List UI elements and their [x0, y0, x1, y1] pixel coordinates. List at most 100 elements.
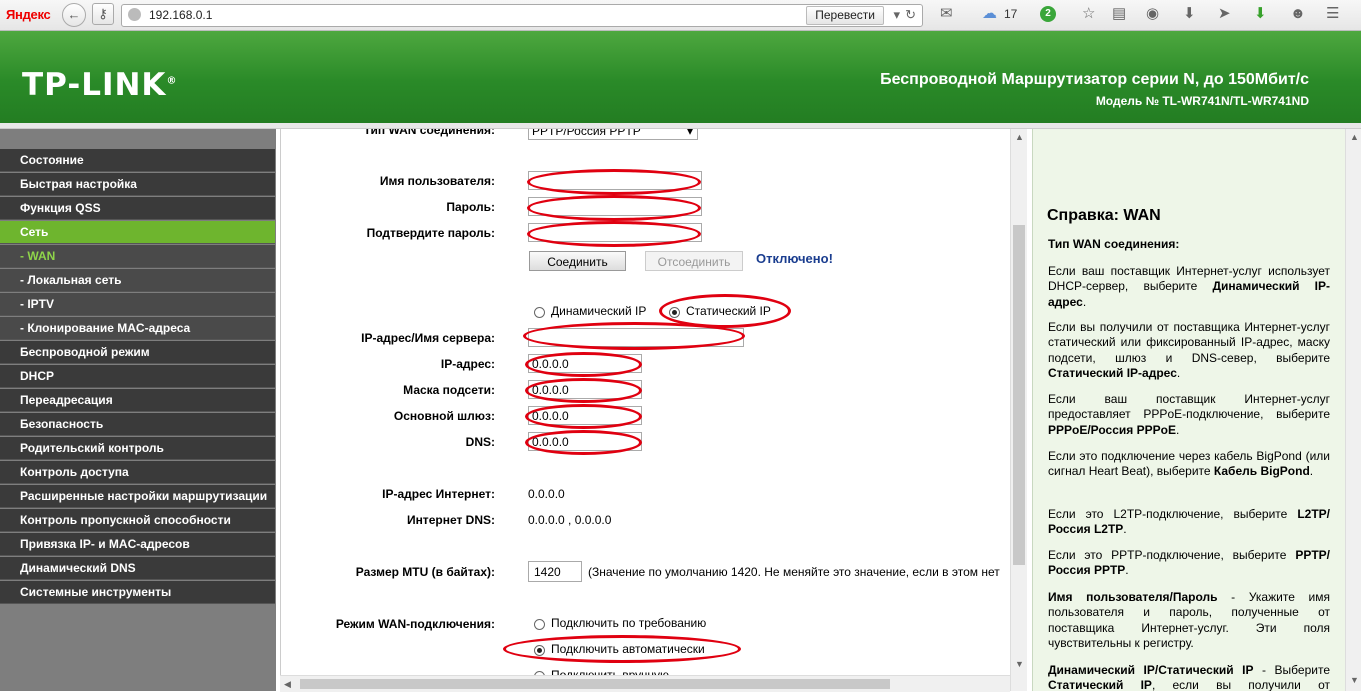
auto-connect-label[interactable]: Подключить автоматически	[551, 642, 705, 656]
dns-input[interactable]: 0.0.0.0	[528, 432, 642, 451]
sidebar-item-mac-clone[interactable]: - Клонирование MAC-адреса	[0, 317, 275, 340]
sidebar-item-qss[interactable]: Функция QSS	[0, 197, 275, 220]
gateway-input[interactable]: 0.0.0.0	[528, 406, 642, 425]
internet-ip-value: 0.0.0.0	[528, 487, 565, 501]
sidebar-item-bandwidth-control[interactable]: Контроль пропускной способности	[0, 509, 275, 532]
sidebar-item-access-control[interactable]: Контроль доступа	[0, 461, 275, 484]
sidebar-item-lan[interactable]: - Локальная сеть	[0, 269, 275, 292]
router-header: TP-LINK® Беспроводной Маршрутизатор сери…	[0, 31, 1361, 123]
sidebar-menu: Состояние Быстрая настройка Функция QSS …	[0, 149, 275, 605]
sidebar-item-status[interactable]: Состояние	[0, 149, 275, 172]
main-horizontal-scroll-thumb[interactable]	[300, 679, 890, 689]
sidebar-item-advanced-routing[interactable]: Расширенные настройки маршрутизации	[0, 485, 275, 508]
scroll-down-icon[interactable]: ▼	[1015, 659, 1024, 669]
menu-icon[interactable]: ☰	[1326, 6, 1339, 22]
server-label: IP-адрес/Имя сервера:	[361, 331, 495, 345]
help-subtitle: Тип WAN соединения:	[1048, 237, 1180, 251]
wan-mode-label: Режим WAN-подключения:	[335, 617, 495, 631]
dynamic-ip-radio[interactable]	[534, 307, 545, 318]
help-scroll-up-icon[interactable]: ▲	[1350, 132, 1359, 142]
internet-dns-row: Интернет DNS:	[281, 513, 495, 529]
reading-list-icon[interactable]: ▤	[1112, 6, 1126, 22]
confirm-password-row: Подтвердите пароль:	[281, 226, 495, 242]
sidebar-item-forwarding[interactable]: Переадресация	[0, 389, 275, 412]
connection-status: Отключено!	[756, 251, 833, 266]
help-paragraph-l2tp: Если это L2TP-подключение, выберите L2TP…	[1048, 507, 1330, 537]
back-arrow-icon: ←	[67, 7, 81, 22]
server-row: IP-адрес/Имя сервера:	[281, 331, 495, 347]
main-vertical-scrollbar[interactable]: ▲ ▼	[1010, 129, 1027, 691]
static-ip-label[interactable]: Статический IP	[686, 304, 771, 318]
reload-icon[interactable]: ↻	[905, 7, 916, 23]
server-input[interactable]	[528, 328, 744, 347]
sidebar-item-iptv[interactable]: - IPTV	[0, 293, 275, 316]
ip-row: IP-адрес:	[281, 357, 495, 373]
sidebar-item-wireless[interactable]: Беспроводной режим	[0, 341, 275, 364]
main-vertical-scroll-thumb[interactable]	[1013, 225, 1025, 565]
confirm-password-input[interactable]	[528, 223, 702, 242]
gateway-label: Основной шлюз:	[393, 409, 495, 423]
password-input[interactable]	[528, 197, 702, 216]
mail-icon[interactable]: ✉	[940, 6, 953, 22]
globe-icon	[128, 8, 141, 21]
ip-label: IP-адрес:	[440, 357, 495, 371]
dynamic-ip-label[interactable]: Динамический IP	[551, 304, 646, 318]
download-icon[interactable]: ⬇	[1183, 6, 1196, 22]
translate-button[interactable]: Перевести	[806, 6, 884, 25]
browser-brand[interactable]: Яндекс	[6, 7, 51, 22]
browser-toolbar: Яндекс ← ⚷ 192.168.0.1 Перевести ▾ ↻ ✉ ☁…	[0, 0, 1361, 31]
auto-connect-radio[interactable]	[534, 645, 545, 656]
on-demand-label[interactable]: Подключить по требованию	[551, 616, 706, 630]
send-icon[interactable]: ➤	[1218, 6, 1231, 22]
site-info-button[interactable]: ⚷	[92, 3, 114, 25]
main-horizontal-scrollbar[interactable]: ◀	[280, 675, 1010, 692]
sidebar-item-ip-mac-binding[interactable]: Привязка IP- и MAC-адресов	[0, 533, 275, 556]
sidebar-item-parental-control[interactable]: Родительский контроль	[0, 437, 275, 460]
weather-temperature: 17	[1004, 7, 1018, 21]
bookmark-star-icon[interactable]: ☆	[1082, 6, 1095, 22]
dropdown-icon[interactable]: ▾	[893, 7, 900, 23]
sidebar-item-ddns[interactable]: Динамический DNS	[0, 557, 275, 580]
username-input[interactable]	[528, 171, 702, 190]
connect-button[interactable]: Соединить	[529, 251, 626, 271]
address-text[interactable]: 192.168.0.1	[149, 8, 212, 22]
router-title: Беспроводной Маршрутизатор серии N, до 1…	[880, 71, 1309, 88]
help-scroll-down-icon[interactable]: ▼	[1350, 675, 1359, 685]
help-paragraph-static: Если вы получили от поставщика Интернет-…	[1048, 320, 1330, 381]
scroll-left-icon[interactable]: ◀	[284, 679, 291, 690]
help-paragraph-credentials: Имя пользователя/Пароль - Укажите имя по…	[1048, 590, 1330, 651]
sidebar-item-security[interactable]: Безопасность	[0, 413, 275, 436]
mtu-row: Размер MTU (в байтах):	[281, 565, 495, 581]
sidebar-item-quick-setup[interactable]: Быстрая настройка	[0, 173, 275, 196]
back-button[interactable]: ←	[62, 3, 86, 27]
cloud-icon[interactable]: ☁	[982, 6, 997, 22]
mask-label: Маска подсети:	[403, 383, 495, 397]
password-row: Пароль:	[281, 200, 495, 216]
help-vertical-scrollbar[interactable]: ▲ ▼	[1345, 129, 1361, 691]
sidebar-item-system-tools[interactable]: Системные инструменты	[0, 581, 275, 604]
mask-row: Маска подсети:	[281, 383, 495, 399]
key-icon: ⚷	[98, 6, 108, 21]
scroll-up-icon[interactable]: ▲	[1015, 132, 1024, 142]
ip-input[interactable]: 0.0.0.0	[528, 354, 642, 373]
sidebar-item-network[interactable]: Сеть	[0, 221, 275, 244]
wan-type-select[interactable]: PPTP/Россия PPTP ▾	[528, 129, 698, 140]
on-demand-radio[interactable]	[534, 619, 545, 630]
notification-badge[interactable]: 2	[1040, 6, 1056, 22]
pocket-icon[interactable]: ◉	[1146, 6, 1159, 22]
mask-input[interactable]: 0.0.0.0	[528, 380, 642, 399]
chat-icon[interactable]: ☻	[1290, 6, 1306, 22]
tplink-logo: TP-LINK®	[22, 67, 178, 103]
sidebar: Состояние Быстрая настройка Функция QSS …	[0, 129, 276, 691]
address-bar[interactable]: 192.168.0.1 Перевести ▾ ↻	[121, 4, 923, 27]
sidebar-item-dhcp[interactable]: DHCP	[0, 365, 275, 388]
wan-mode-row: Режим WAN-подключения:	[281, 617, 495, 633]
chevron-down-icon: ▾	[686, 129, 693, 138]
router-model: Модель № TL-WR741N/TL-WR741ND	[1095, 94, 1309, 108]
green-download-icon[interactable]: ⬇	[1254, 6, 1267, 22]
mtu-input[interactable]: 1420	[528, 561, 582, 582]
internet-ip-row: IP-адрес Интернет:	[281, 487, 495, 503]
sidebar-item-wan[interactable]: - WAN	[0, 245, 275, 268]
help-paragraph-dhcp: Если ваш поставщик Интернет-услуг исполь…	[1048, 264, 1331, 309]
static-ip-radio[interactable]	[669, 307, 680, 318]
